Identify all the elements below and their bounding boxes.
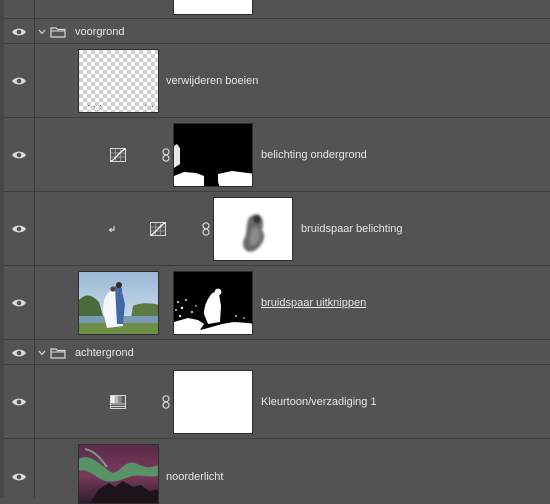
folder-icon — [50, 347, 66, 359]
layer-row-partial[interactable] — [0, 0, 550, 19]
visibility-eye-icon[interactable] — [11, 26, 27, 38]
clipping-mask-arrow-icon — [108, 225, 118, 235]
layer-mask-thumbnail[interactable] — [173, 370, 253, 434]
visibility-eye-icon[interactable] — [11, 396, 27, 408]
folder-icon — [50, 26, 66, 38]
visibility-eye-icon[interactable] — [11, 149, 27, 161]
layer-name[interactable]: verwijderen boeien — [166, 75, 258, 87]
layer-thumbnail-transparent — [78, 49, 159, 113]
mask-link-chain-icon[interactable] — [162, 395, 170, 409]
layer-name[interactable]: noorderlicht — [166, 471, 223, 483]
layer-row-belichting-ondergrond[interactable]: belichting ondergrond — [0, 118, 550, 192]
mask-link-chain-icon[interactable] — [162, 148, 170, 162]
layer-row-kleurtoon-verzadiging[interactable]: Kleurtoon/verzadiging 1 — [0, 365, 550, 439]
visibility-eye-icon[interactable] — [11, 347, 27, 359]
layer-name[interactable]: bruidspaar uitknippen — [261, 297, 366, 309]
layer-row-noorderlicht[interactable]: noorderlicht — [0, 439, 550, 504]
layer-row-verwijderen-boeien[interactable]: verwijderen boeien — [0, 44, 550, 118]
layer-name[interactable]: Kleurtoon/verzadiging 1 — [261, 396, 377, 408]
mask-link-chain-icon[interactable] — [202, 222, 210, 236]
layer-name[interactable]: bruidspaar belichting — [301, 223, 403, 235]
visibility-eye-icon[interactable] — [11, 471, 27, 483]
layer-row-group-voorgrond[interactable]: voorgrond — [0, 19, 550, 44]
layer-name[interactable]: voorgrond — [75, 26, 125, 38]
visibility-eye-icon[interactable] — [11, 223, 27, 235]
curves-adjustment-icon[interactable] — [150, 222, 166, 236]
layer-row-group-achtergrond[interactable]: achtergrond — [0, 340, 550, 365]
curves-adjustment-icon[interactable] — [110, 148, 126, 162]
hue-saturation-adjustment-icon[interactable] — [110, 395, 126, 409]
layer-thumbnail-photo[interactable] — [78, 444, 159, 504]
layer-row-bruidspaar-belichting[interactable]: bruidspaar belichting — [0, 192, 550, 266]
visibility-eye-icon[interactable] — [11, 75, 27, 87]
layer-mask-thumbnail[interactable] — [173, 271, 253, 335]
layer-name[interactable]: achtergrond — [75, 347, 134, 359]
chevron-down-icon[interactable] — [37, 27, 47, 37]
layer-name[interactable]: belichting ondergrond — [261, 149, 367, 161]
visibility-eye-icon[interactable] — [11, 297, 27, 309]
layer-mask-thumbnail[interactable] — [213, 197, 293, 261]
layer-row-bruidspaar-uitknippen[interactable]: bruidspaar uitknippen — [0, 266, 550, 340]
chevron-down-icon[interactable] — [37, 348, 47, 358]
layer-mask-thumbnail[interactable] — [173, 123, 253, 187]
layer-thumbnail-photo[interactable] — [78, 271, 159, 335]
layer-mask-thumbnail — [173, 0, 253, 15]
